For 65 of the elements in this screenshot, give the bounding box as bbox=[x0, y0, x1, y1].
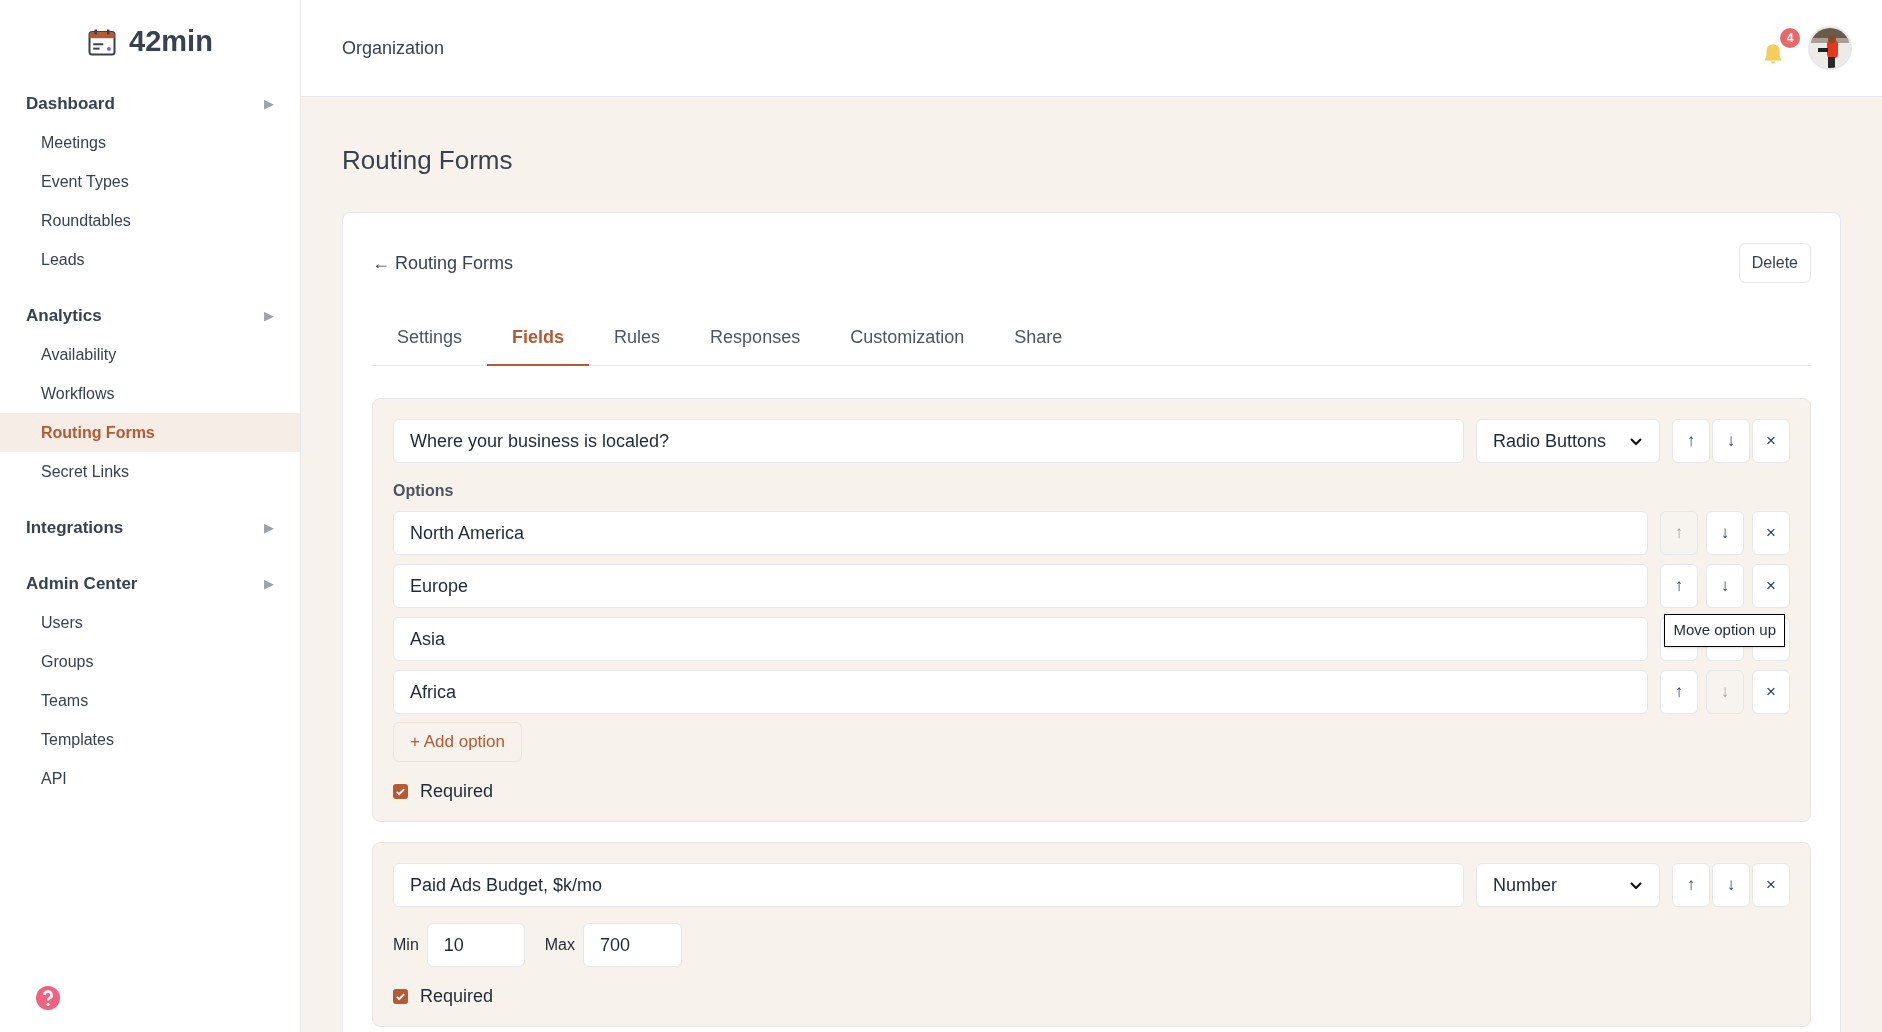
header-title: Organization bbox=[342, 36, 445, 60]
max-field[interactable]: 700 bbox=[583, 923, 682, 967]
required-checkbox[interactable] bbox=[393, 784, 408, 799]
remove-option-button[interactable]: × bbox=[1752, 564, 1790, 608]
sidebar-section[interactable]: Analytics bbox=[26, 302, 102, 329]
question-field[interactable]: Paid Ads Budget, $k/mo bbox=[393, 863, 1464, 907]
sidebar-item[interactable]: Event Types bbox=[0, 162, 300, 201]
sidebar-item[interactable]: Groups bbox=[0, 642, 300, 681]
sidebar-item[interactable]: Availability bbox=[0, 335, 300, 374]
move-up-button[interactable]: ↑ bbox=[1672, 419, 1710, 463]
remove-option-button[interactable]: × bbox=[1752, 670, 1790, 714]
sidebar-section[interactable]: Dashboard bbox=[26, 90, 115, 117]
calendar-icon bbox=[87, 27, 118, 57]
sidebar-item[interactable]: Users bbox=[0, 603, 300, 642]
option-field[interactable]: Europe bbox=[393, 564, 1648, 608]
delete-button[interactable]: Delete bbox=[1738, 243, 1811, 283]
sidebar-item[interactable]: Teams bbox=[0, 681, 300, 720]
move-option-down-button[interactable]: ↓ bbox=[1706, 511, 1744, 555]
checkmark-icon bbox=[395, 786, 406, 797]
field-type-select[interactable]: Radio Buttons bbox=[1476, 419, 1660, 463]
notification-badge: 4 bbox=[1780, 28, 1800, 48]
page-title: Routing Forms bbox=[342, 144, 514, 177]
required-label: Required bbox=[420, 985, 494, 1008]
brand-name: 42min bbox=[129, 24, 213, 60]
move-option-up-button[interactable]: ↑ bbox=[1660, 564, 1698, 608]
sidebar-item[interactable]: API bbox=[0, 759, 300, 798]
tab[interactable]: Share bbox=[989, 310, 1088, 366]
sidebar-item[interactable]: Workflows bbox=[0, 374, 300, 413]
min-field[interactable]: 10 bbox=[426, 923, 525, 967]
sidebar-item[interactable]: Roundtables bbox=[0, 201, 300, 240]
sidebar-item[interactable]: Secret Links bbox=[0, 452, 300, 491]
move-option-down-button[interactable]: ↓ bbox=[1706, 564, 1744, 608]
min-label: Min bbox=[393, 935, 419, 955]
move-up-button[interactable]: ↑ bbox=[1672, 863, 1710, 907]
sidebar-item[interactable]: Templates bbox=[0, 720, 300, 759]
required-label: Required bbox=[420, 780, 494, 803]
max-label: Max bbox=[544, 935, 575, 955]
sidebar-section[interactable]: Admin Center bbox=[26, 570, 138, 597]
option-field[interactable]: Africa bbox=[393, 670, 1648, 714]
sidebar-section[interactable]: Integrations bbox=[26, 514, 124, 541]
move-down-button[interactable]: ↓ bbox=[1712, 419, 1750, 463]
sidebar-item[interactable]: Routing Forms bbox=[0, 413, 300, 452]
options-label: Options bbox=[393, 481, 455, 501]
remove-button[interactable]: × bbox=[1752, 863, 1790, 907]
tab[interactable]: Fields bbox=[487, 310, 590, 366]
tab[interactable]: Settings bbox=[372, 310, 488, 366]
help-icon[interactable] bbox=[36, 986, 60, 1010]
tab[interactable]: Customization bbox=[825, 310, 990, 366]
sidebar-item[interactable]: Leads bbox=[0, 240, 300, 279]
field-type-select[interactable]: Number bbox=[1476, 863, 1660, 907]
required-checkbox[interactable] bbox=[393, 989, 408, 1004]
remove-button[interactable]: × bbox=[1752, 419, 1790, 463]
tab[interactable]: Rules bbox=[589, 310, 686, 366]
checkmark-icon bbox=[395, 991, 406, 1002]
add-option-button[interactable]: + Add option bbox=[393, 722, 522, 762]
option-field[interactable]: Asia bbox=[393, 617, 1648, 661]
move-down-button[interactable]: ↓ bbox=[1712, 863, 1750, 907]
question-field[interactable]: Where your business is localed? bbox=[393, 419, 1464, 463]
tooltip: Move option up bbox=[1664, 614, 1785, 647]
sidebar-item[interactable]: Meetings bbox=[0, 123, 300, 162]
tab[interactable]: Responses bbox=[685, 310, 826, 366]
back-link[interactable]: ← Routing Forms bbox=[372, 249, 514, 277]
remove-option-button[interactable]: × bbox=[1752, 511, 1790, 555]
option-field[interactable]: North America bbox=[393, 511, 1648, 555]
move-option-up-button[interactable]: ↑ bbox=[1660, 670, 1698, 714]
